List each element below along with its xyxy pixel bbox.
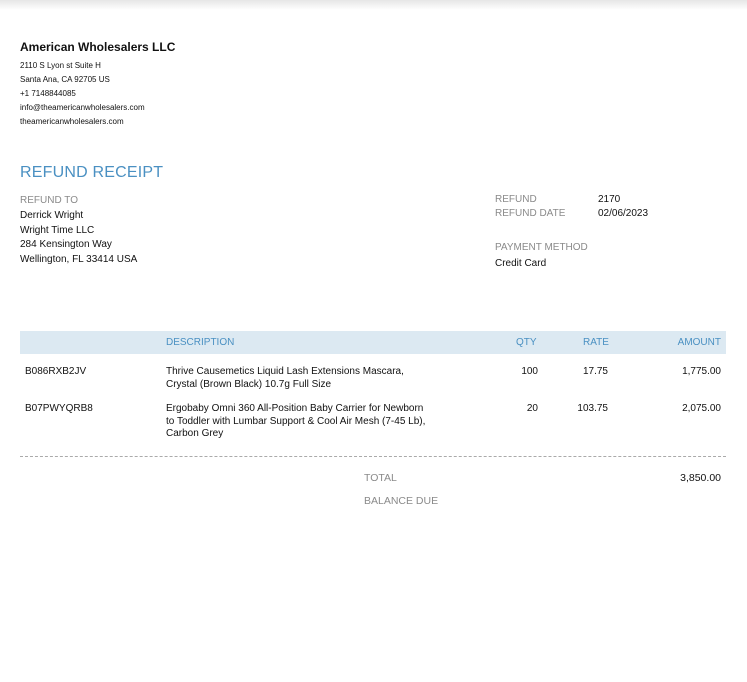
refund-date-value: 02/06/2023 (598, 208, 649, 219)
row-description: Thrive Causemetics Liquid Lash Extension… (166, 366, 404, 391)
refund-to-city: Wellington, FL 33414 USA (20, 254, 138, 266)
table-divider (20, 456, 726, 457)
row-qty: 20 (526, 403, 538, 414)
page-top-shadow (0, 0, 747, 10)
total-value: 3,850.00 (680, 472, 721, 484)
total-label: TOTAL (364, 472, 397, 484)
row-description-line: Carbon Grey (166, 428, 224, 439)
row-amount: 1,775.00 (682, 366, 721, 377)
header-qty: QTY (516, 337, 537, 348)
balance-due-label: BALANCE DUE (364, 495, 439, 507)
refund-to-street: 284 Kensington Way (20, 239, 112, 251)
row-description-line: Ergobaby Omni 360 All-Position Baby Carr… (166, 403, 424, 414)
payment-method-value: Credit Card (495, 258, 547, 269)
company-phone: +1 7148844085 (20, 89, 76, 98)
table-header: DESCRIPTION QTY RATE AMOUNT (20, 331, 726, 354)
payment-method-label: PAYMENT METHOD (495, 242, 588, 253)
header-amount: AMOUNT (677, 337, 721, 348)
refund-to-name: Derrick Wright (20, 209, 84, 221)
row-sku: B07PWYQRB8 (25, 403, 93, 414)
document-title: REFUND RECEIPT (20, 164, 164, 181)
row-qty: 100 (521, 366, 538, 377)
refund-number-label: REFUND (495, 194, 537, 205)
refund-number-value: 2170 (598, 194, 621, 205)
row-sku: B086RXB2JV (25, 366, 87, 377)
row-description-line: Crystal (Brown Black) 10.7g Full Size (166, 378, 332, 390)
header-description: DESCRIPTION (166, 337, 235, 348)
row-amount: 2,075.00 (682, 403, 721, 414)
company-name: American Wholesalers LLC (20, 40, 176, 54)
row-description: Ergobaby Omni 360 All-Position Baby Carr… (166, 403, 425, 441)
refund-to-block: REFUND TO Derrick Wright Wright Time LLC… (20, 194, 137, 268)
row-rate: 17.75 (582, 366, 608, 377)
payment-method-block: PAYMENT METHOD Credit Card (495, 240, 588, 272)
row-rate: 103.75 (577, 403, 608, 414)
company-address-line1: 2110 S Lyon st Suite H (20, 61, 101, 70)
row-description-line: to Toddler with Lumbar Support & Cool Ai… (166, 415, 426, 427)
header-rate: RATE (583, 337, 609, 348)
refund-to-company: Wright Time LLC (20, 224, 95, 236)
refund-to-label: REFUND TO (20, 195, 78, 206)
company-website: theamericanwholesalers.com (20, 117, 124, 126)
row-description-line: Thrive Causemetics Liquid Lash Extension… (166, 366, 404, 377)
company-header: American Wholesalers LLC 2110 S Lyon st … (20, 40, 175, 129)
company-address-line2: Santa Ana, CA 92705 US (20, 75, 110, 84)
company-email: info@theamericanwholesalers.com (20, 103, 145, 112)
refund-date-label: REFUND DATE (495, 208, 566, 219)
